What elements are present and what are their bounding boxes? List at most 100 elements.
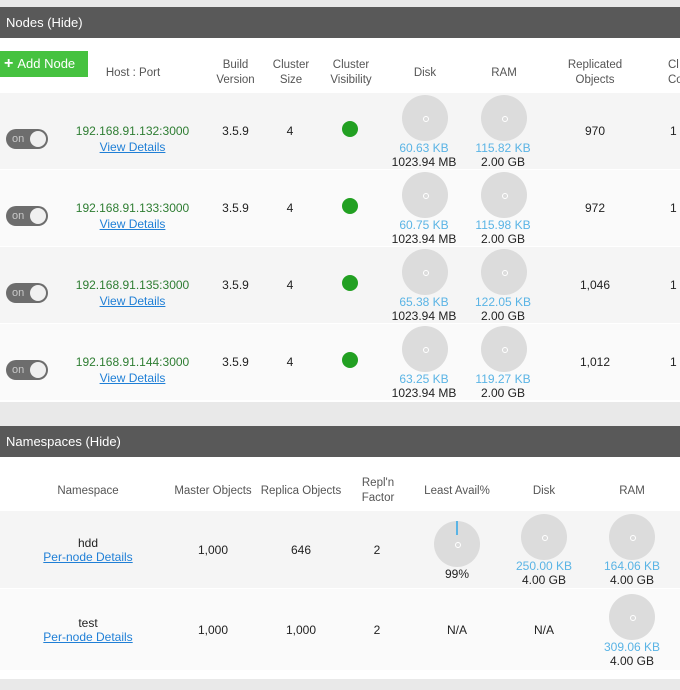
ns-col-header-replica: Replica Objects (260, 485, 342, 497)
node-toggle[interactable]: on (6, 283, 48, 303)
node-build: 3.5.9 (222, 355, 249, 369)
ram-total: 2.00 GB (480, 309, 526, 323)
col-header-ram: RAM (491, 67, 517, 79)
namespace-master-objects: 1,000 (197, 623, 229, 637)
col-header-cluster-size: Cluster Size (272, 59, 310, 86)
col-header-cluster-visibility: Cluster Visibility (330, 59, 372, 86)
least-avail-used-slice (456, 521, 458, 535)
node-host: 192.168.91.135:3000 (75, 278, 190, 292)
col-header-host: Host : Port (105, 67, 161, 79)
view-details-link[interactable]: View Details (60, 294, 205, 308)
nodes-panel-header[interactable]: Nodes (Hide) (0, 7, 680, 38)
disk-used: 60.75 KB (399, 218, 449, 232)
ns-col-header-namespace: Namespace (57, 485, 119, 497)
namespace-replica-objects: 646 (290, 543, 312, 557)
ns-col-header-disk: Disk (532, 485, 556, 497)
namespace-repl-factor: 2 (373, 543, 381, 557)
ns-col-header-least-avail: Least Avail% (424, 485, 490, 497)
node-toggle[interactable]: on (6, 129, 48, 149)
disk-usage-pie (402, 249, 448, 295)
add-node-button[interactable]: + Add Node (0, 51, 88, 77)
view-details-link[interactable]: View Details (60, 371, 205, 385)
cluster-visible-dot (342, 352, 358, 368)
node-replicated: 1,046 (579, 278, 611, 292)
namespace-replica-objects: 1,000 (285, 623, 317, 637)
ram-used: 309.06 KB (603, 640, 661, 654)
disk-usage-pie (521, 514, 567, 560)
node-cluster-size: 4 (286, 355, 294, 369)
namespace-disk: N/A (533, 623, 554, 637)
ns-col-header-ram: RAM (619, 485, 645, 497)
node-client-conn: 1 (670, 355, 677, 369)
cluster-visible-dot (342, 275, 358, 291)
toggle-label: on (12, 133, 25, 145)
toggle-knob (30, 208, 46, 224)
disk-usage-pie (402, 326, 448, 372)
node-build: 3.5.9 (222, 124, 249, 138)
per-node-details-link[interactable]: Per-node Details (33, 630, 143, 644)
ns-col-header-factor: Repl'n Factor (361, 477, 395, 504)
node-host: 192.168.91.133:3000 (75, 201, 190, 215)
toggle-knob (30, 131, 46, 147)
plus-icon: + (4, 55, 14, 72)
ram-total: 2.00 GB (480, 155, 526, 169)
namespaces-panel-title[interactable]: Namespaces (Hide) (6, 434, 121, 449)
disk-total: 1023.94 MB (391, 155, 457, 169)
ram-usage-pie (481, 95, 527, 141)
toggle-label: on (12, 364, 25, 376)
node-client-conn: 1 (670, 201, 677, 215)
namespace-name: test (78, 616, 98, 630)
ram-usage-pie (481, 172, 527, 218)
disk-usage-pie (402, 172, 448, 218)
ram-used: 119.27 KB (475, 372, 531, 386)
ram-used: 122.05 KB (474, 295, 532, 309)
node-host: 192.168.91.132:3000 (75, 124, 190, 138)
node-build: 3.5.9 (222, 201, 249, 215)
cluster-visible-dot (342, 198, 358, 214)
disk-used: 60.63 KB (399, 141, 449, 155)
ram-total: 2.00 GB (480, 386, 526, 400)
ram-usage-pie (609, 514, 655, 560)
disk-total: 1023.94 MB (391, 309, 457, 323)
node-replicated: 1,012 (579, 355, 611, 369)
namespaces-panel-header[interactable]: Namespaces (Hide) (0, 426, 680, 457)
toggle-label: on (12, 210, 25, 222)
col-header-client-conn: Cl Conn (668, 59, 680, 86)
namespace-name: hdd (77, 536, 99, 550)
namespace-least-avail: 99% (444, 567, 470, 581)
per-node-details-link[interactable]: Per-node Details (33, 550, 143, 564)
namespace-least-avail: N/A (446, 623, 467, 637)
view-details-link[interactable]: View Details (60, 140, 205, 154)
toggle-knob (30, 285, 46, 301)
disk-used: 250.00 KB (515, 559, 573, 573)
disk-used: 63.25 KB (399, 372, 449, 386)
node-toggle[interactable]: on (6, 206, 48, 226)
node-cluster-size: 4 (286, 278, 294, 292)
disk-total: 1023.94 MB (391, 386, 457, 400)
ram-used: 115.82 KB (475, 141, 531, 155)
ram-used: 115.98 KB (475, 218, 531, 232)
node-host: 192.168.91.144:3000 (75, 355, 190, 369)
node-replicated: 970 (584, 124, 606, 138)
nodes-panel-title[interactable]: Nodes (Hide) (6, 15, 83, 30)
node-toggle[interactable]: on (6, 360, 48, 380)
toggle-knob (30, 362, 46, 378)
toggle-label: on (12, 287, 25, 299)
col-header-replicated: Replicated Objects (567, 59, 623, 86)
add-node-label: Add Node (17, 56, 76, 71)
ram-usage-pie (481, 326, 527, 372)
node-client-conn: 1 (670, 278, 677, 292)
ram-total: 4.00 GB (609, 573, 655, 587)
ram-total: 4.00 GB (609, 654, 655, 668)
node-client-conn: 1 (670, 124, 677, 138)
disk-total: 4.00 GB (521, 573, 567, 587)
cluster-visible-dot (342, 121, 358, 137)
disk-used: 65.38 KB (399, 295, 449, 309)
view-details-link[interactable]: View Details (60, 217, 205, 231)
node-cluster-size: 4 (286, 201, 294, 215)
ram-usage-pie (481, 249, 527, 295)
node-replicated: 972 (584, 201, 606, 215)
ram-total: 2.00 GB (480, 232, 526, 246)
disk-usage-pie (402, 95, 448, 141)
node-cluster-size: 4 (286, 124, 294, 138)
